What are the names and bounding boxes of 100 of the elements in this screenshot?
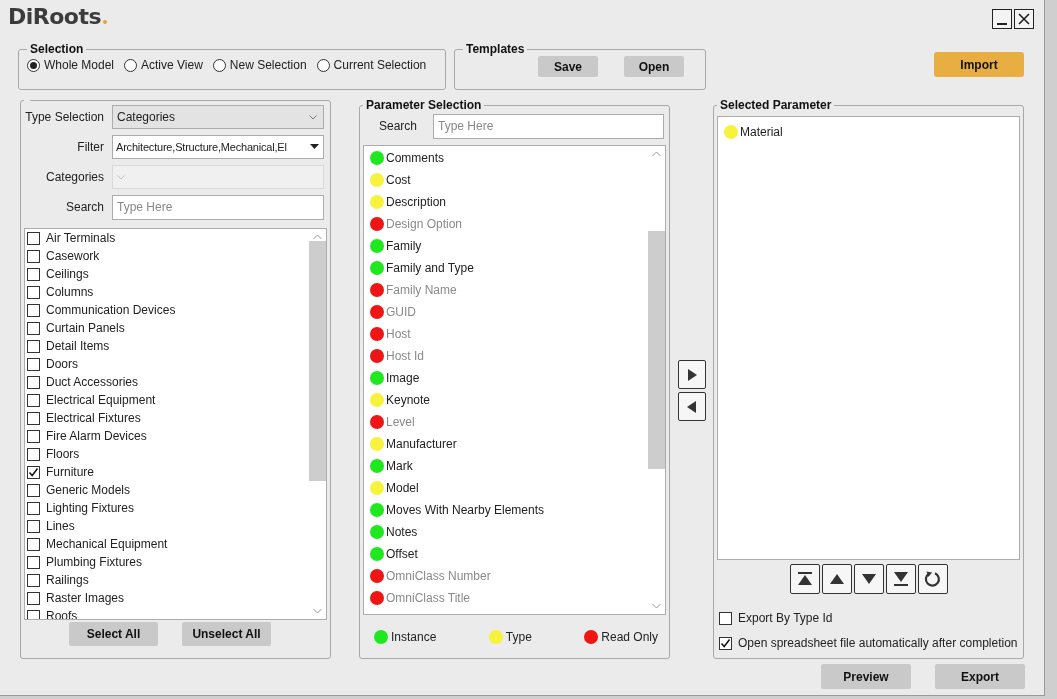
category-label: Duct Accessories bbox=[46, 375, 139, 389]
parameter-label[interactable]: Model bbox=[386, 481, 419, 495]
category-label: Columns bbox=[46, 285, 94, 299]
move-to-bottom-button[interactable] bbox=[885, 564, 916, 594]
checkbox[interactable] bbox=[27, 411, 40, 425]
checkbox[interactable] bbox=[27, 303, 40, 317]
checkbox[interactable] bbox=[27, 321, 40, 335]
minimize-button[interactable] bbox=[992, 9, 1012, 29]
checkbox[interactable] bbox=[27, 339, 40, 353]
category-label: Plumbing Fixtures bbox=[46, 555, 143, 569]
parameter-label[interactable]: Image bbox=[386, 371, 420, 385]
scrollbar-thumb[interactable] bbox=[309, 241, 326, 481]
open-button[interactable]: Open bbox=[624, 56, 684, 77]
checkbox[interactable] bbox=[27, 267, 40, 281]
category-label: Air Terminals bbox=[46, 231, 116, 245]
category-label: Ceilings bbox=[46, 267, 89, 281]
checkbox[interactable] bbox=[27, 357, 40, 371]
group-title: Templates bbox=[465, 42, 526, 56]
parameter-label[interactable]: Offset bbox=[386, 547, 418, 561]
minimize-icon bbox=[997, 23, 1007, 25]
remove-button[interactable] bbox=[678, 392, 706, 421]
close-button[interactable] bbox=[1014, 9, 1034, 29]
category-label: Lighting Fixtures bbox=[46, 501, 135, 515]
checkbox[interactable] bbox=[27, 285, 40, 299]
category-label: Floors bbox=[46, 447, 80, 461]
radio-option[interactable]: New Selection bbox=[212, 58, 307, 72]
add-button[interactable] bbox=[678, 360, 706, 389]
checkbox[interactable] bbox=[719, 611, 732, 625]
unselect-all-button[interactable]: Unselect All bbox=[182, 622, 271, 646]
field-label: Type Selection bbox=[24, 110, 105, 124]
search-field[interactable]: Type Here bbox=[112, 194, 324, 220]
parameter-label[interactable]: Moves With Nearby Elements bbox=[386, 503, 545, 517]
radio-option[interactable]: Active View bbox=[124, 58, 203, 72]
checkbox[interactable] bbox=[27, 501, 40, 515]
checkbox[interactable] bbox=[27, 393, 40, 407]
search-field[interactable]: Type Here bbox=[433, 113, 664, 139]
checkbox[interactable] bbox=[27, 447, 40, 461]
category-label: Detail Items bbox=[46, 339, 110, 353]
logo: DiRoots bbox=[8, 4, 108, 29]
caret-icon bbox=[309, 114, 317, 120]
category-label: Furniture bbox=[46, 465, 95, 479]
category-label: Mechanical Equipment bbox=[46, 537, 168, 551]
category-label: Fire Alarm Devices bbox=[46, 429, 147, 443]
category-label: Railings bbox=[46, 573, 89, 587]
checkbox[interactable] bbox=[27, 537, 40, 551]
parameter-label[interactable]: Mark bbox=[386, 459, 413, 473]
refresh-icon bbox=[923, 570, 942, 588]
radio-option[interactable]: Current Selection bbox=[316, 58, 427, 72]
export-button[interactable]: Export bbox=[935, 664, 1025, 689]
checkbox[interactable] bbox=[27, 555, 40, 569]
save-button[interactable]: Save bbox=[538, 56, 598, 77]
legend-label: Read Only bbox=[601, 630, 658, 644]
move-down-button[interactable] bbox=[853, 564, 884, 594]
checkbox[interactable] bbox=[27, 519, 40, 533]
import-button[interactable]: Import bbox=[934, 52, 1024, 77]
left-arrow-icon bbox=[687, 400, 697, 413]
group-title: Selected Parameter bbox=[719, 98, 833, 112]
parameter-label[interactable]: Comments bbox=[386, 151, 444, 165]
radio-option[interactable]: Whole Model bbox=[27, 58, 115, 72]
category-label: Communication Devices bbox=[46, 303, 176, 317]
parameter-label[interactable]: Notes bbox=[386, 525, 418, 539]
filter-dropdown[interactable]: Architecture,Structure,Mechanical,El bbox=[112, 135, 324, 159]
parameter-label[interactable]: Description bbox=[386, 195, 447, 209]
category-label: Doors bbox=[46, 357, 78, 371]
legend-label: Type bbox=[505, 630, 532, 644]
parameter-label[interactable]: Material bbox=[740, 125, 783, 139]
parameter-label[interactable]: Keynote bbox=[386, 393, 431, 407]
close-icon bbox=[1018, 13, 1030, 25]
right-arrow-icon bbox=[687, 368, 697, 381]
checkbox[interactable] bbox=[27, 375, 40, 389]
category-label: Electrical Fixtures bbox=[46, 411, 141, 425]
checkbox[interactable] bbox=[27, 231, 40, 245]
checkbox[interactable] bbox=[27, 609, 40, 619]
move-to-top-button[interactable] bbox=[789, 564, 820, 594]
caret-icon bbox=[117, 174, 125, 180]
category-label: Curtain Panels bbox=[46, 321, 125, 335]
checkbox[interactable] bbox=[27, 249, 40, 263]
checkbox[interactable] bbox=[719, 636, 732, 650]
field-label: Search bbox=[378, 119, 418, 133]
reset-button[interactable] bbox=[917, 564, 948, 594]
checkbox[interactable] bbox=[27, 591, 40, 605]
checkbox[interactable] bbox=[27, 429, 40, 443]
checkbox[interactable] bbox=[27, 573, 40, 587]
up-arrow-icon bbox=[829, 574, 844, 584]
move-to-bottom-icon bbox=[893, 572, 908, 586]
preview-button[interactable]: Preview bbox=[821, 664, 911, 689]
field-label: Categories bbox=[44, 170, 105, 184]
parameter-label[interactable]: Manufacturer bbox=[386, 437, 457, 451]
parameter-label[interactable]: Cost bbox=[386, 173, 411, 187]
move-up-button[interactable] bbox=[821, 564, 852, 594]
checkbox[interactable] bbox=[27, 483, 40, 497]
parameter-label[interactable]: Family and Type bbox=[386, 261, 474, 275]
caret-icon bbox=[310, 144, 319, 150]
combo-box[interactable]: Categories bbox=[112, 105, 324, 129]
down-arrow-icon bbox=[861, 574, 876, 584]
checkbox[interactable] bbox=[27, 465, 40, 479]
select-all-button[interactable]: Select All bbox=[69, 622, 158, 646]
option-label: Open spreadsheet file automatically after completion bbox=[738, 636, 1018, 650]
parameter-label[interactable]: Family bbox=[386, 239, 422, 253]
scrollbar-thumb[interactable] bbox=[648, 231, 665, 469]
